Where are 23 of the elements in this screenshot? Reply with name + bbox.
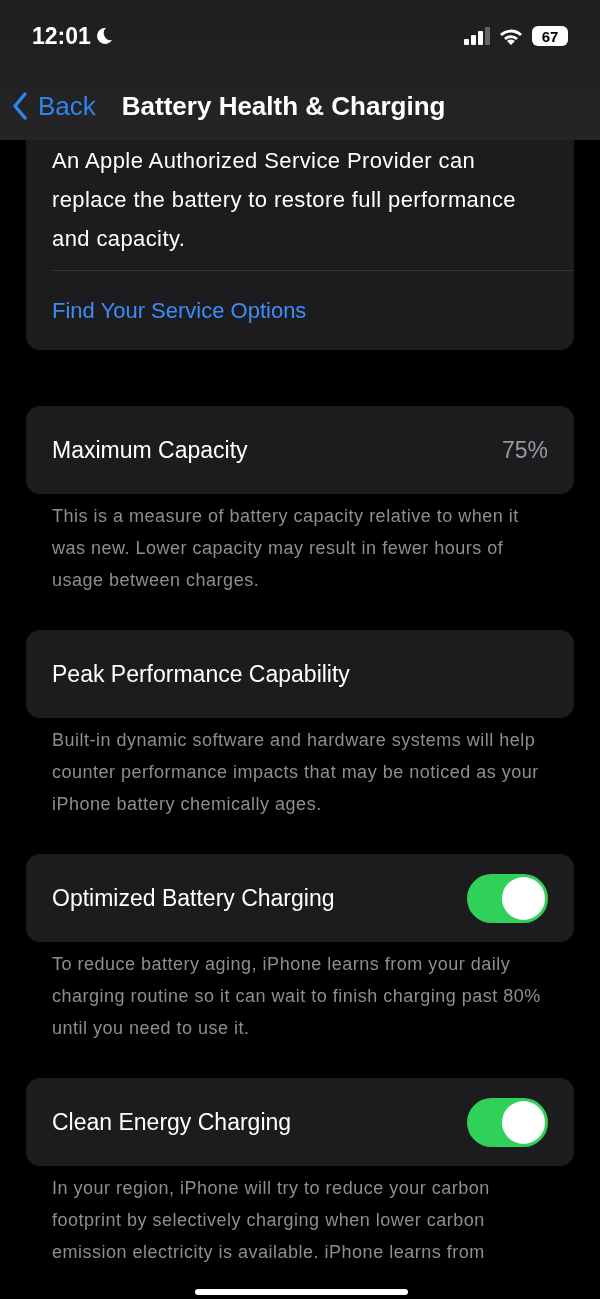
section-footer: To reduce battery aging, iPhone learns from your daily charging routine so it can wait to finish charging past 80% until you need to use it.	[26, 942, 574, 1044]
chevron-left-icon	[12, 92, 28, 120]
settings-row[interactable]: Maximum Capacity 75%	[26, 406, 574, 494]
wifi-icon	[499, 27, 523, 45]
row-label: Optimized Battery Charging	[52, 884, 335, 912]
status-time: 12:01	[32, 22, 91, 50]
back-button[interactable]: Back	[12, 90, 96, 122]
section-footer: Built-in dynamic software and hardware systems will help counter performance impacts that may be noticed as your iPhone battery chemically ages.	[26, 718, 574, 820]
settings-row[interactable]: Optimized Battery Charging	[26, 854, 574, 942]
battery-icon: 67	[532, 26, 568, 46]
service-text: An Apple Authorized Service Provider can replace the battery to restore full performance and capacity.	[52, 147, 517, 253]
row-label: Clean Energy Charging	[52, 1108, 292, 1136]
row-value: 75%	[501, 436, 548, 464]
settings-row[interactable]: Clean Energy Charging	[26, 1078, 574, 1166]
service-options-link[interactable]: Find Your Service Options	[52, 271, 574, 350]
row-label: Peak Performance Capability	[52, 660, 350, 688]
page-title: Battery Health & Charging	[121, 90, 446, 122]
signal-icon	[464, 27, 490, 45]
row-label: Maximum Capacity	[52, 436, 248, 464]
section-footer: This is a measure of battery capacity relative to when it was new. Lower capacity may result in fewer hours of usage between charges.	[26, 494, 574, 596]
section-footer: In your region, iPhone will try to reduce your carbon footprint by selectively charging when lower carbon emission electricity is available. iPhone learns from	[26, 1166, 574, 1268]
toggle-switch[interactable]	[467, 873, 548, 923]
toggle-switch[interactable]	[467, 1097, 548, 1147]
